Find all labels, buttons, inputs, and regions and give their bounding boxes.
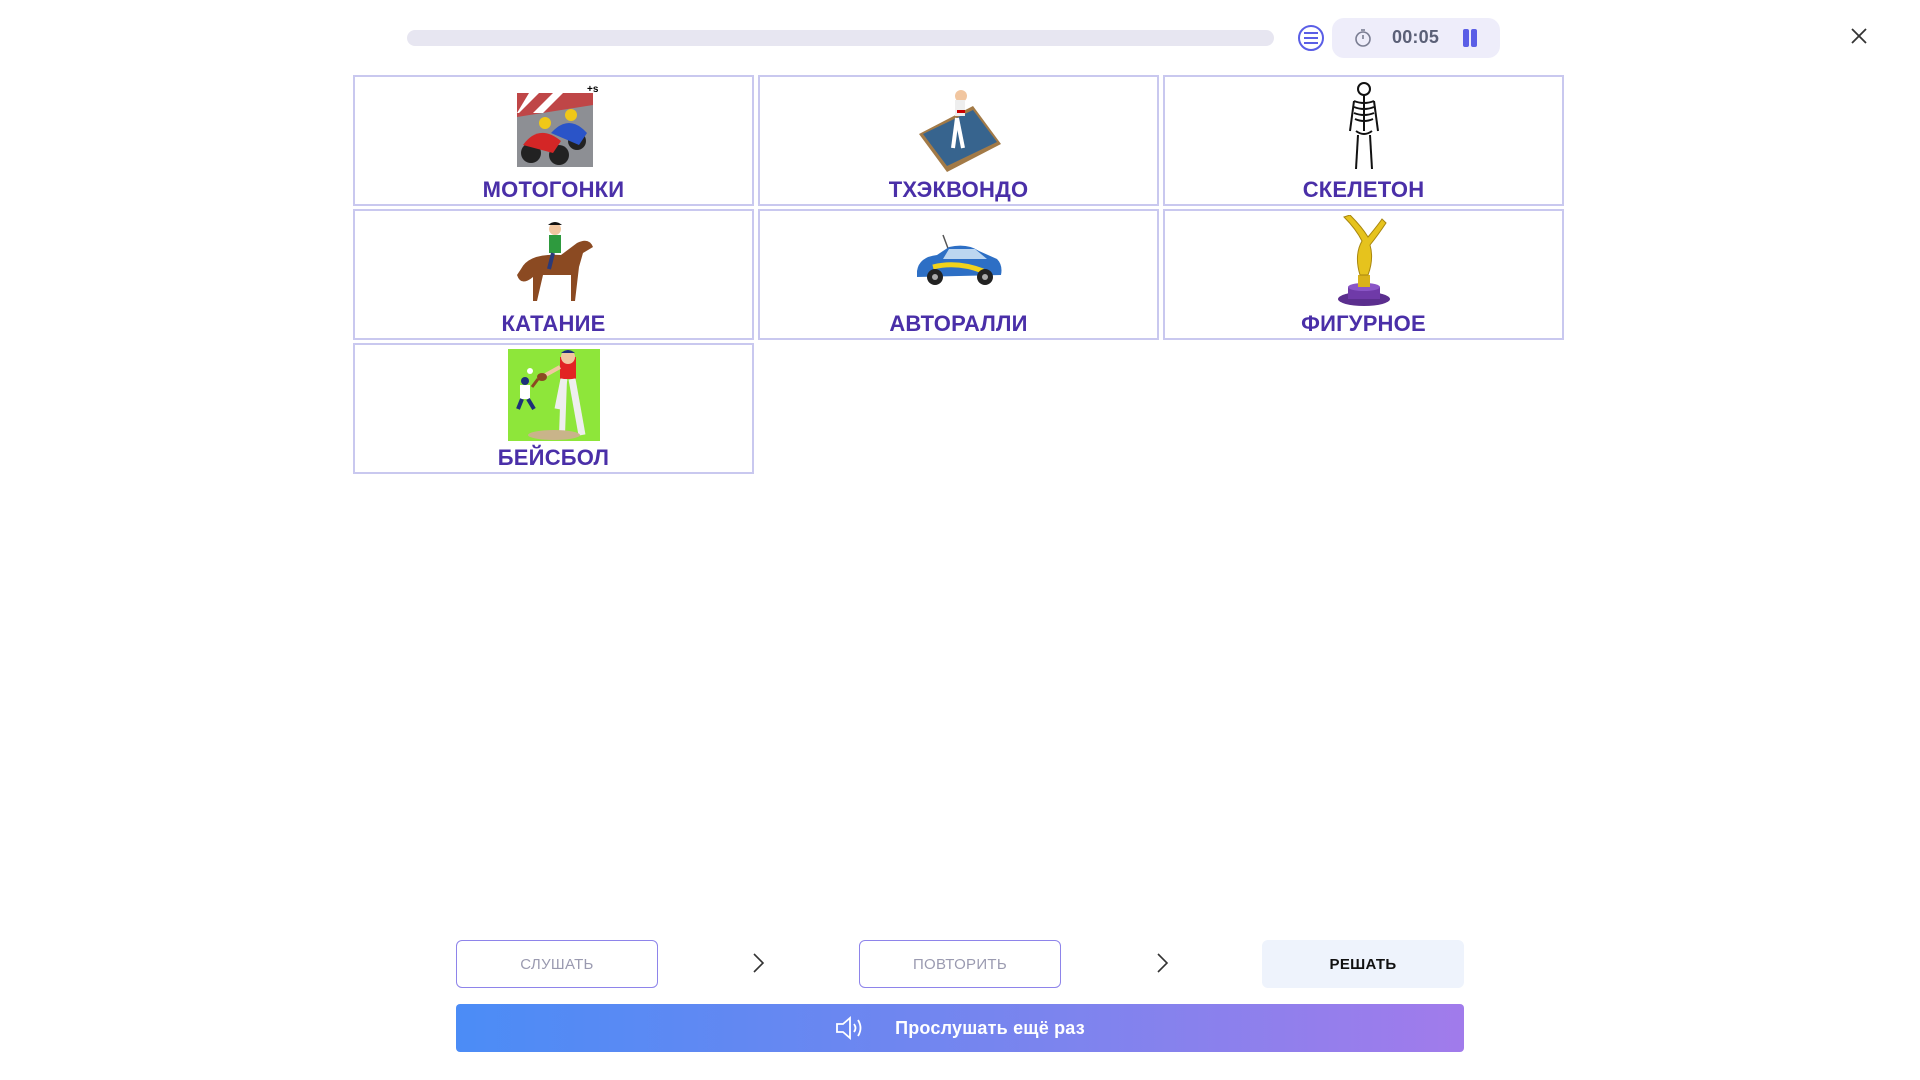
card-label: КАТАНИЕ xyxy=(501,311,606,336)
motorcycle-racing-picture: +s xyxy=(508,82,600,172)
speaker-icon xyxy=(835,1016,865,1040)
close-button[interactable] xyxy=(1847,24,1871,48)
list-icon-button[interactable] xyxy=(1298,25,1324,51)
skeleton-picture xyxy=(1318,82,1410,172)
card-label: АВТОРАЛЛИ xyxy=(889,311,1028,336)
progress-bar xyxy=(407,30,1274,46)
card-label: ФИГУРНОЕ xyxy=(1301,311,1426,336)
card-katanie[interactable]: КАТАНИЕ xyxy=(353,209,754,340)
card-label: БЕЙСБОЛ xyxy=(497,445,610,470)
card-motogonki[interactable]: +s МОТОГОНКИ xyxy=(353,75,754,206)
taekwondo-picture xyxy=(913,82,1005,172)
baseball-picture xyxy=(507,349,600,441)
close-icon xyxy=(1851,28,1867,44)
listen-again-label: Прослушать ещё раз xyxy=(895,1017,1085,1038)
card-label: СКЕЛЕТОН xyxy=(1302,177,1425,202)
card-beisbol[interactable]: БЕЙСБОЛ xyxy=(353,343,754,474)
card-avtoralli[interactable]: АВТОРАЛЛИ xyxy=(758,209,1159,340)
card-label: МОТОГОНКИ xyxy=(482,177,625,202)
pause-icon-bar xyxy=(1471,29,1477,47)
listen-step-button[interactable]: СЛУШАТЬ xyxy=(456,940,658,988)
solve-step-button[interactable]: РЕШАТЬ xyxy=(1262,940,1464,988)
rally-car-picture xyxy=(913,216,1005,306)
listen-again-button[interactable]: Прослушать ещё раз xyxy=(456,1004,1464,1052)
svg-text:+s: +s xyxy=(587,84,599,95)
figure-skating-trophy-picture xyxy=(1318,215,1410,306)
list-icon xyxy=(1304,32,1318,44)
card-taekwondo[interactable]: ТХЭКВОНДО xyxy=(758,75,1159,206)
pause-button[interactable] xyxy=(1460,29,1480,47)
card-skeleton[interactable]: СКЕЛЕТОН xyxy=(1163,75,1564,206)
timer: 00:05 xyxy=(1332,18,1500,58)
horse-riding-picture xyxy=(508,216,600,306)
chevron-right-icon xyxy=(753,953,765,973)
timer-value: 00:05 xyxy=(1392,27,1440,47)
card-label: ТХЭКВОНДО xyxy=(888,177,1029,202)
pause-icon xyxy=(1463,29,1469,47)
card-figurnoe[interactable]: ФИГУРНОЕ xyxy=(1163,209,1564,340)
chevron-right-icon xyxy=(1157,953,1169,973)
stopwatch-icon xyxy=(1355,29,1371,47)
repeat-step-button[interactable]: ПОВТОРИТЬ xyxy=(859,940,1061,988)
